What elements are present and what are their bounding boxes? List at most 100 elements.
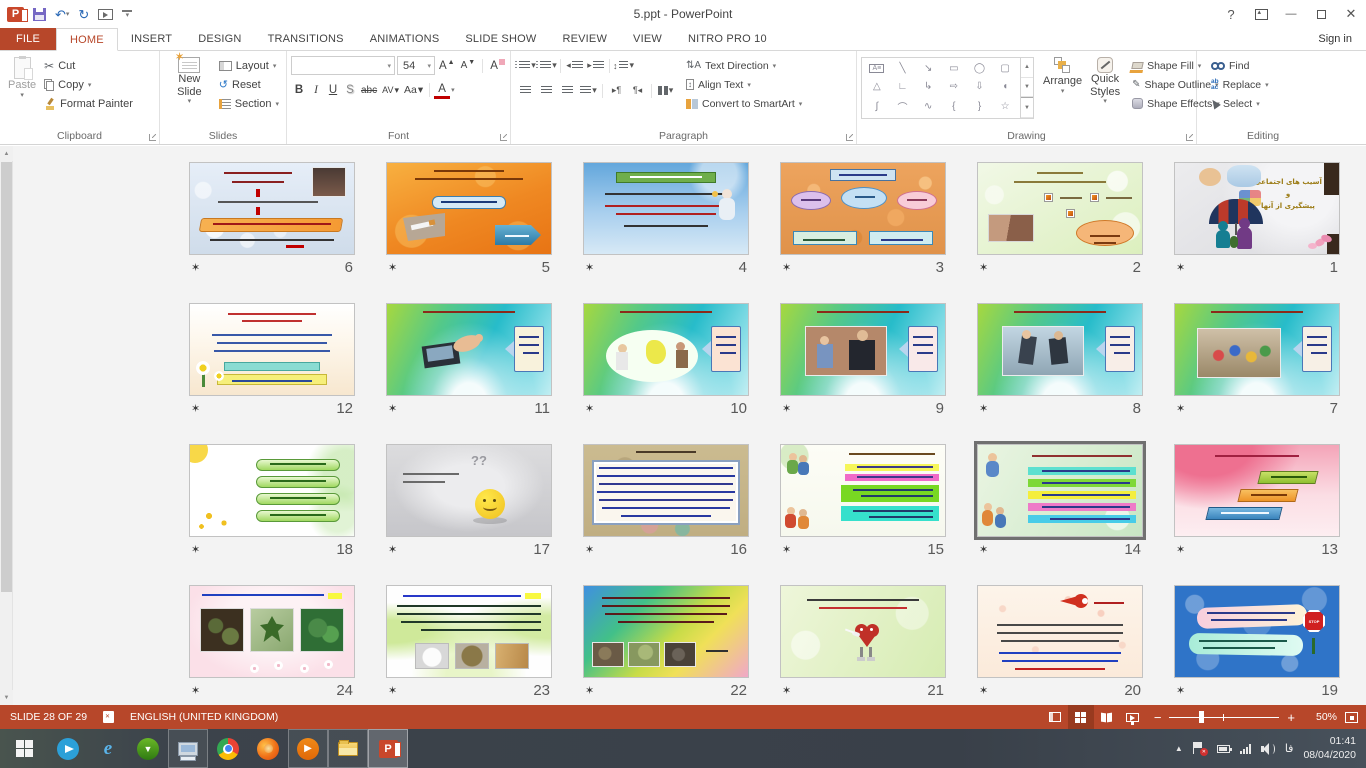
ribbon-display-options-button[interactable] [1246,0,1276,28]
battery-icon[interactable] [1217,745,1230,753]
font-name-combo[interactable]: ▾ [291,56,395,75]
reading-view-button[interactable] [1094,705,1120,729]
animation-star-icon[interactable]: ✶ [979,402,988,415]
clear-formatting-button[interactable]: A [488,57,507,75]
animation-star-icon[interactable]: ✶ [782,543,791,556]
tab-design[interactable]: DESIGN [185,28,254,50]
slide-thumbnail-22[interactable] [583,585,749,678]
decrease-indent-button[interactable]: ◂ [564,56,585,75]
animation-star-icon[interactable]: ✶ [979,543,988,556]
taskbar-media-player[interactable]: ▶ [288,729,328,768]
language-indicator[interactable]: ENGLISH (UNITED KINGDOM) [130,711,278,723]
slide-thumbnail-9[interactable] [780,303,946,396]
action-center-icon[interactable]: ✕ [1193,742,1207,755]
animation-star-icon[interactable]: ✶ [191,261,200,274]
shapes-gallery[interactable]: A≡╲↘▭◯▢ △∟↳⇨⇩◖ ∫⌒∿{}☆ [861,57,1021,119]
taskbar-telegram[interactable] [48,729,88,768]
tab-nitro-pro-10[interactable]: NITRO PRO 10 [675,28,780,50]
font-dialog-launcher[interactable] [500,134,507,141]
slide-thumbnail-7[interactable] [1174,303,1340,396]
animation-star-icon[interactable]: ✶ [782,261,791,274]
spellcheck-icon[interactable] [103,711,114,723]
taskbar-internet-explorer[interactable]: e [88,729,128,768]
bullets-button[interactable]: ▾ [515,56,536,75]
slide-thumbnail-5[interactable] [386,162,552,255]
start-slideshow-icon[interactable] [98,4,113,24]
undo-icon[interactable]: ↶▾ [55,4,69,24]
slide-thumbnail-24[interactable] [189,585,355,678]
animation-star-icon[interactable]: ✶ [191,402,200,415]
align-right-button[interactable] [557,81,578,100]
replace-button[interactable]: abacReplace▾ [1207,75,1326,94]
slide-thumbnail-17[interactable]: ?? [386,444,552,537]
tab-animations[interactable]: ANIMATIONS [357,28,453,50]
animation-star-icon[interactable]: ✶ [388,543,397,556]
tab-insert[interactable]: INSERT [118,28,185,50]
numbering-button[interactable]: ▾ [536,56,557,75]
animation-star-icon[interactable]: ✶ [388,684,397,697]
copy-button[interactable]: Copy▾ [40,75,137,94]
zoom-percentage[interactable]: 50% [1303,711,1337,723]
shapes-gallery-scroll[interactable]: ▲▼▼ [1021,57,1034,119]
ltr-direction-button[interactable]: ▸¶ [606,81,627,100]
cut-button[interactable]: ✂Cut [40,56,137,75]
arrange-button[interactable]: Arrange▾ [1039,54,1086,119]
underline-button[interactable]: U [325,81,341,99]
align-left-button[interactable] [515,81,536,100]
animation-star-icon[interactable]: ✶ [585,543,594,556]
taskbar-remote-desktop[interactable] [168,729,208,768]
taskbar-idm[interactable]: ▼ [128,729,168,768]
fit-to-window-button[interactable] [1345,712,1358,723]
quick-styles-button[interactable]: Quick Styles▾ [1086,54,1124,119]
paste-button[interactable]: Paste▾ [4,54,40,130]
align-text-button[interactable]: ↕Align Text▾ [682,75,806,94]
animation-star-icon[interactable]: ✶ [585,402,594,415]
slide-thumbnail-14[interactable] [977,444,1143,537]
hidden-icons-arrow[interactable]: ▲ [1175,744,1183,753]
slide-thumbnail-4[interactable] [583,162,749,255]
tab-slide-show[interactable]: SLIDE SHOW [452,28,549,50]
slide-thumbnail-23[interactable] [386,585,552,678]
minimize-button[interactable]: — [1276,0,1306,28]
convert-smartart-button[interactable]: Convert to SmartArt▾ [682,94,806,113]
slide-sorter-view-button[interactable] [1068,705,1094,729]
help-button[interactable]: ? [1216,0,1246,28]
section-button[interactable]: Section▾ [215,94,283,113]
select-button[interactable]: Select▾ [1207,94,1326,113]
slide-thumbnail-21[interactable] [780,585,946,678]
taskbar-powerpoint[interactable]: P [368,729,408,768]
tab-review[interactable]: REVIEW [549,28,620,50]
animation-star-icon[interactable]: ✶ [1176,684,1185,697]
grow-font-button[interactable]: A▲ [437,57,457,75]
redo-icon[interactable]: ↻ [78,4,89,24]
tab-view[interactable]: VIEW [620,28,675,50]
slide-thumbnail-16[interactable] [583,444,749,537]
strikethrough-button[interactable]: abc [359,81,379,99]
zoom-in-button[interactable]: + [1287,710,1295,725]
slide-thumbnail-11[interactable] [386,303,552,396]
slide-thumbnail-1[interactable]: آسیب های اجتماعی و پیشگیری از آنها [1174,162,1340,255]
animation-star-icon[interactable]: ✶ [191,684,200,697]
slide-thumbnail-20[interactable] [977,585,1143,678]
animation-star-icon[interactable]: ✶ [388,261,397,274]
new-slide-button[interactable]: ✶ New Slide▾ [164,54,215,130]
animation-star-icon[interactable]: ✶ [979,684,988,697]
scroll-up-arrow[interactable]: ▲ [0,146,13,161]
change-case-button[interactable]: Aa▾ [402,81,425,99]
animation-star-icon[interactable]: ✶ [388,402,397,415]
animation-star-icon[interactable]: ✶ [1176,402,1185,415]
rtl-direction-button[interactable]: ¶◂ [627,81,648,100]
font-size-combo[interactable]: 54▾ [397,56,435,75]
slide-thumbnail-8[interactable] [977,303,1143,396]
slide-thumbnail-3[interactable] [780,162,946,255]
taskbar-clock[interactable]: 01:4108/04/2020 [1303,735,1356,762]
shrink-font-button[interactable]: A▼ [459,57,478,75]
slide-thumbnail-18[interactable] [189,444,355,537]
animation-star-icon[interactable]: ✶ [1176,543,1185,556]
close-button[interactable]: ✕ [1336,0,1366,28]
slide-thumbnail-2[interactable] [977,162,1143,255]
taskbar-file-explorer[interactable] [328,729,368,768]
normal-view-button[interactable] [1042,705,1068,729]
paragraph-dialog-launcher[interactable] [846,134,853,141]
bold-button[interactable]: B [291,81,307,99]
